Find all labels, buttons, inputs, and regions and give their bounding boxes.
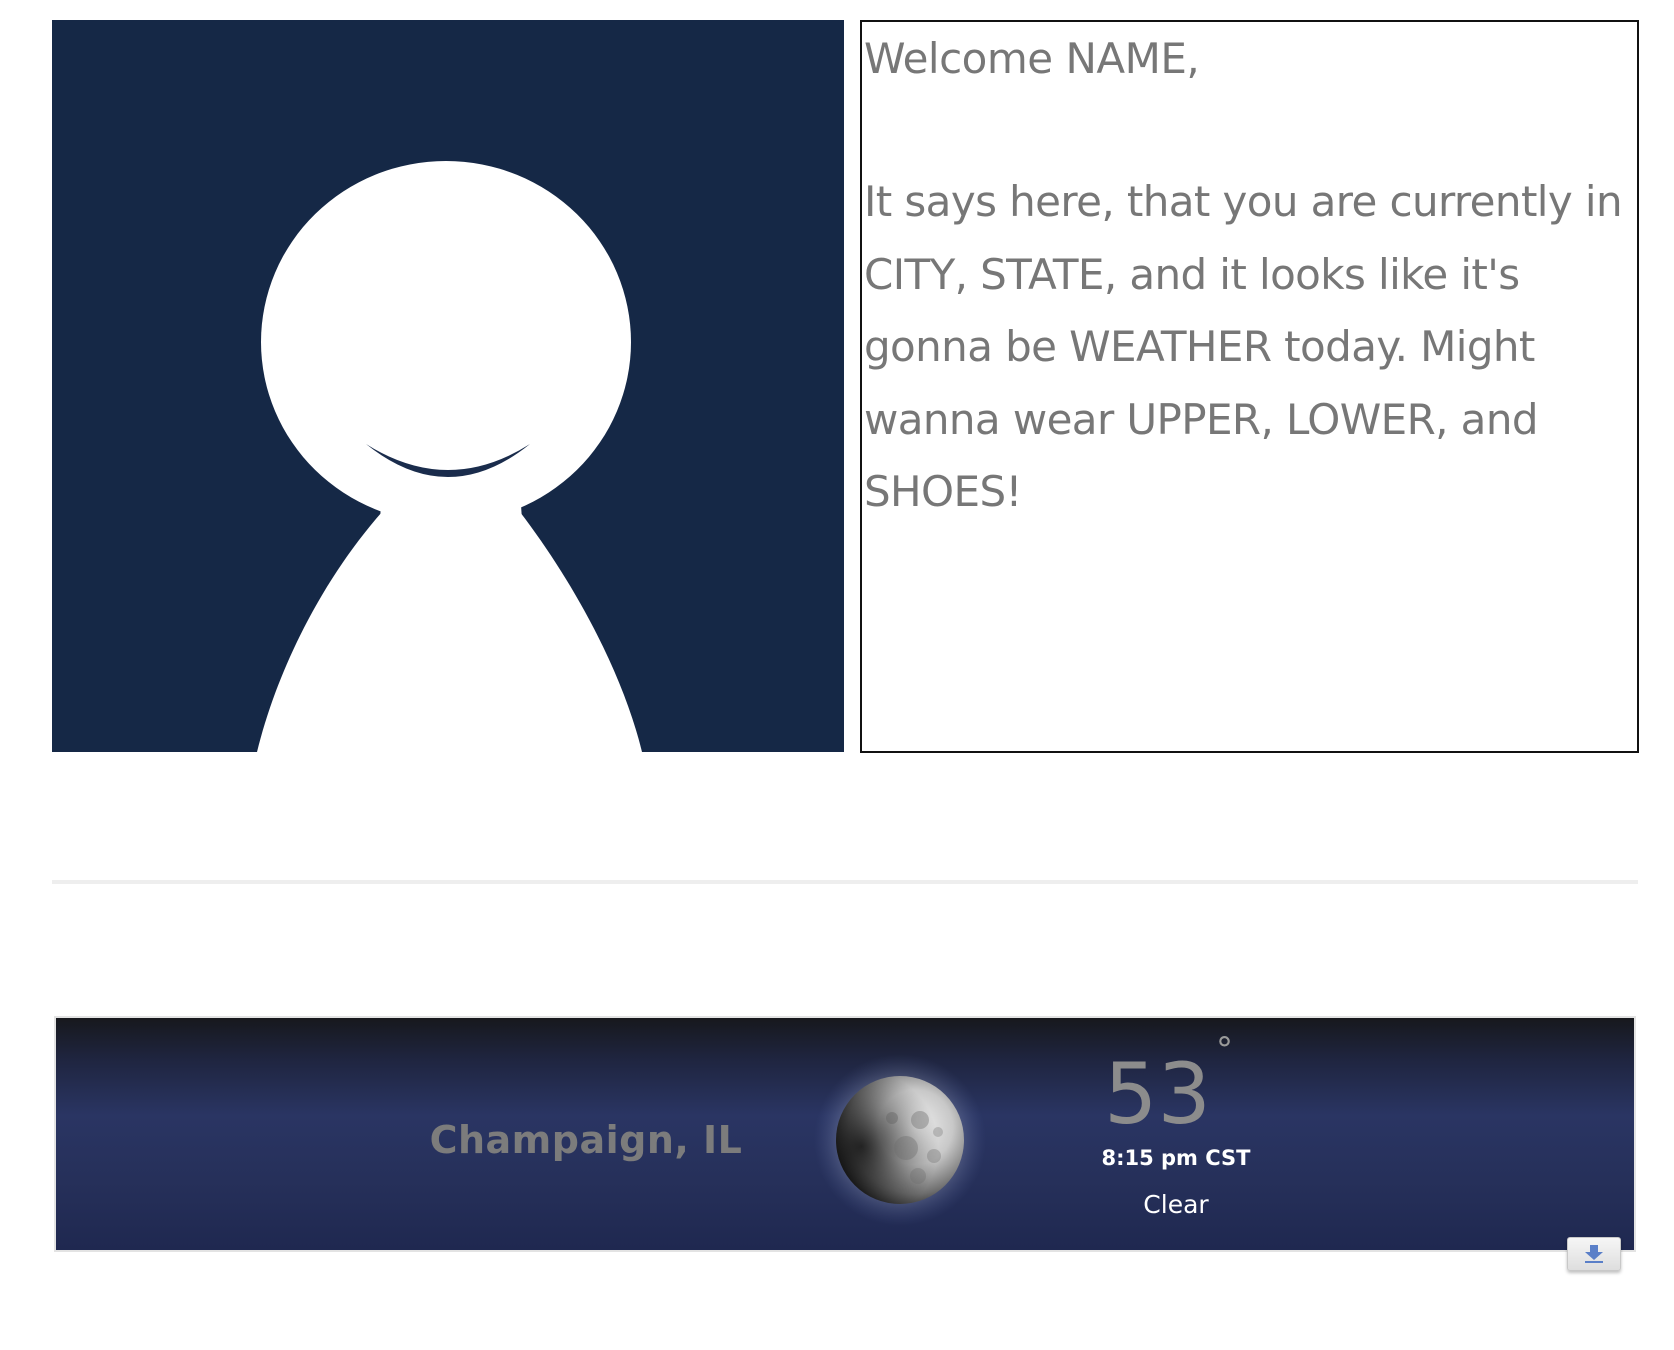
welcome-message: It says here, that you are currently in … <box>864 177 1623 516</box>
welcome-message-box: Welcome NAME, It says here, that you are… <box>860 20 1639 753</box>
divider <box>52 880 1638 884</box>
moon-icon <box>814 1054 986 1226</box>
weather-widget[interactable]: Champaign, IL 53 ° 8:15 pm CST Clear <box>54 1016 1636 1252</box>
user-silhouette-icon <box>257 161 642 752</box>
welcome-title: Welcome NAME, <box>864 34 1200 83</box>
weather-condition: Clear <box>1143 1190 1209 1219</box>
temperature: 53 <box>1104 1045 1211 1143</box>
avatar <box>52 20 844 752</box>
weather-location: Champaign, IL <box>429 1118 743 1162</box>
degree-symbol: ° <box>1216 1030 1233 1070</box>
download-arrow-icon <box>1585 1245 1603 1263</box>
weather-time: 8:15 pm CST <box>1101 1146 1251 1170</box>
download-button[interactable] <box>1567 1237 1621 1271</box>
page: Welcome NAME, It says here, that you are… <box>0 0 1674 1350</box>
